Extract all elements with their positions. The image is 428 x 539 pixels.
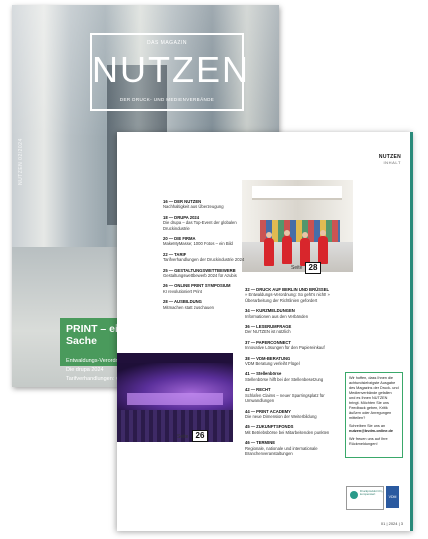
toc-entry-desc: KI revolutioniert Print <box>163 288 202 294</box>
toc-entry-desc: Schlafen Claims – neuer Sparringsplatz f… <box>245 392 325 404</box>
feedback-email-link[interactable]: nutzen@bvdm-online.de <box>349 429 399 434</box>
toc-column-left: 16 — DER NUTZEN Nachhaltigkeit aus Überze… <box>163 199 253 315</box>
photo-ceiling <box>252 186 342 200</box>
photo-person-head <box>320 230 326 236</box>
toc-entry-desc: Die drupa – das Top-Event der globalen D… <box>163 220 237 231</box>
toc-entry-desc: Mitmachen statt zuschauen <box>163 304 214 310</box>
toc-entry-desc: Gestaltungswettbewerb 2024 für Azubis <box>163 273 237 279</box>
cover-masthead: DAS MAGAZIN NUTZEN DER DRUCK- UND MEDIEN… <box>90 33 250 111</box>
contents-page: NUTZEN INHALT Seite 28 Seite 26 16 — DER… <box>117 132 413 531</box>
photo-person-head <box>266 232 272 238</box>
toc-entry[interactable]: 38 — VDM-BERATUNG VDM Beratung verleiht F… <box>245 356 337 367</box>
toc-entry-desc: Mit Betriebsbörse bei Mitarbeitenden pun… <box>245 429 330 435</box>
toc-entry[interactable]: 46 — TERMINE Regionale, nationale und int… <box>245 440 337 456</box>
toc-entry[interactable]: 42 — RECHT Schlafen Claims – neuer Sparri… <box>245 387 337 403</box>
toc-entry[interactable]: 45 — ZUKUNFTSFONDS Mit Betriebsbörse bei … <box>245 424 337 435</box>
event-photo <box>117 353 233 442</box>
feedback-closing: Wir freuen uns auf Ihre Rückmeldungen! <box>349 437 388 446</box>
toc-entry-desc: Tarifverhandlungen der Druckindustrie 20… <box>163 257 245 263</box>
toc-entry[interactable]: 25 — GESTALTUNGSWETTBEWERB Gestaltungswet… <box>163 268 253 279</box>
photo-stage <box>127 393 223 405</box>
masthead-title: NUTZEN <box>92 49 250 90</box>
climate-badge-text: Druckprodukt CO₂ kompensiert <box>360 489 383 497</box>
toc-entry[interactable]: 32 — DRUCK AUF BERLIN UND BRÜSSEL» Entwa… <box>245 287 337 303</box>
masthead-subtitle: DER DRUCK- UND MEDIENVERBÄNDE <box>119 97 215 102</box>
photo-page-label: Seite <box>177 434 189 440</box>
page-footer: 01 | 2024 | 3 <box>380 521 403 526</box>
toc-entry-desc: Regionale, nationale und internationale … <box>245 445 318 456</box>
toc-entry[interactable]: 44 — PRINT ACADEMY Die neue Dimension der… <box>245 409 337 420</box>
feedback-box: Wir hoffen, dass Ihnen die achtundsiebzi… <box>345 372 403 458</box>
team-photo <box>242 180 353 272</box>
photo-stage-light <box>117 363 233 413</box>
toc-entry[interactable]: 36 — LESERUMFRAGE Der NUTZEN ist nützlich <box>245 324 337 335</box>
toc-entry[interactable]: 28 — AUSBILDUNG Mitmachen statt zuschauen <box>163 299 253 310</box>
toc-entry-desc: VDM Beratung verleiht Flügel <box>245 361 300 367</box>
page-header: NUTZEN INHALT <box>379 154 401 165</box>
toc-entry[interactable]: 22 — TARIF Tarifverhandlungen der Druckin… <box>163 252 253 263</box>
toc-entry-desc: MakeMyMasse; 1000 Fotos – ein Bild <box>163 241 233 247</box>
toc-entry[interactable]: 41 — Stellenbörse Stellenbörse hilft bei … <box>245 371 337 382</box>
toc-entry[interactable]: 34 — KURZMELDUNGEN Informationen aus den … <box>245 308 337 319</box>
masthead-top-text: DAS MAGAZIN <box>147 40 187 46</box>
photo-page-number: 28 <box>305 262 321 274</box>
feedback-contact: Schreiben Sie uns an nutzen@bvdm-online.… <box>349 424 399 434</box>
toc-entry-desc: Die neue Dimension der Weiterbildung <box>245 413 317 419</box>
toc-column-right: 32 — DRUCK AUF BERLIN UND BRÜSSEL» Entwa… <box>245 287 337 461</box>
toc-entry-desc: Innovative Lösungen für den Papiereinkau… <box>245 345 325 351</box>
photo-person <box>264 238 274 266</box>
climate-badge-icon <box>350 491 358 499</box>
feedback-text: Wir hoffen, dass Ihnen die achtundsiebzi… <box>349 376 399 420</box>
toc-entry-desc: Stellenbörse hilft bei der Stellenbesetz… <box>245 376 324 382</box>
toc-entry[interactable]: 37 — PAPERCONNECT Innovative Lösungen für… <box>245 340 337 351</box>
photo-person-head <box>284 230 290 236</box>
toc-entry[interactable]: 20 — DIE FIRMA MakeMyMasse; 1000 Fotos – … <box>163 236 253 247</box>
toc-entry-desc: Informationen aus den Verbänden <box>245 313 309 319</box>
toc-entry[interactable]: 16 — DER NUTZEN Nachhaltigkeit aus Überze… <box>163 199 253 210</box>
photo-person-head <box>302 232 308 238</box>
toc-entry-desc: » Entwaldungs-Verordnung: So geht's nich… <box>245 292 330 303</box>
toc-entry-desc: Nachhaltigkeit aus Überzeugung <box>163 204 224 210</box>
photo-page-number: 26 <box>192 430 208 442</box>
toc-entry[interactable]: 18 — DRUPA 2024 Die drupa – das Top-Event… <box>163 215 253 231</box>
toc-entry[interactable]: 26 — ONLINE PRINT SYMPOSIUM KI revolution… <box>163 283 253 294</box>
header-subtitle: INHALT <box>383 160 401 165</box>
accent-strip <box>410 132 413 531</box>
toc-entry-desc: Der NUTZEN ist nützlich <box>245 329 291 335</box>
photo-page-label: Seite <box>291 265 303 271</box>
feedback-contact-label: Schreiben Sie uns an <box>349 424 386 428</box>
photo-person <box>318 236 328 264</box>
photo-audience <box>117 410 233 442</box>
climate-badge: Druckprodukt CO₂ kompensiert <box>346 486 384 510</box>
photo-person <box>282 236 292 264</box>
association-logo: VDM <box>386 486 399 508</box>
cover-vertical-text: NUTZEN 02/2024 <box>18 138 24 185</box>
